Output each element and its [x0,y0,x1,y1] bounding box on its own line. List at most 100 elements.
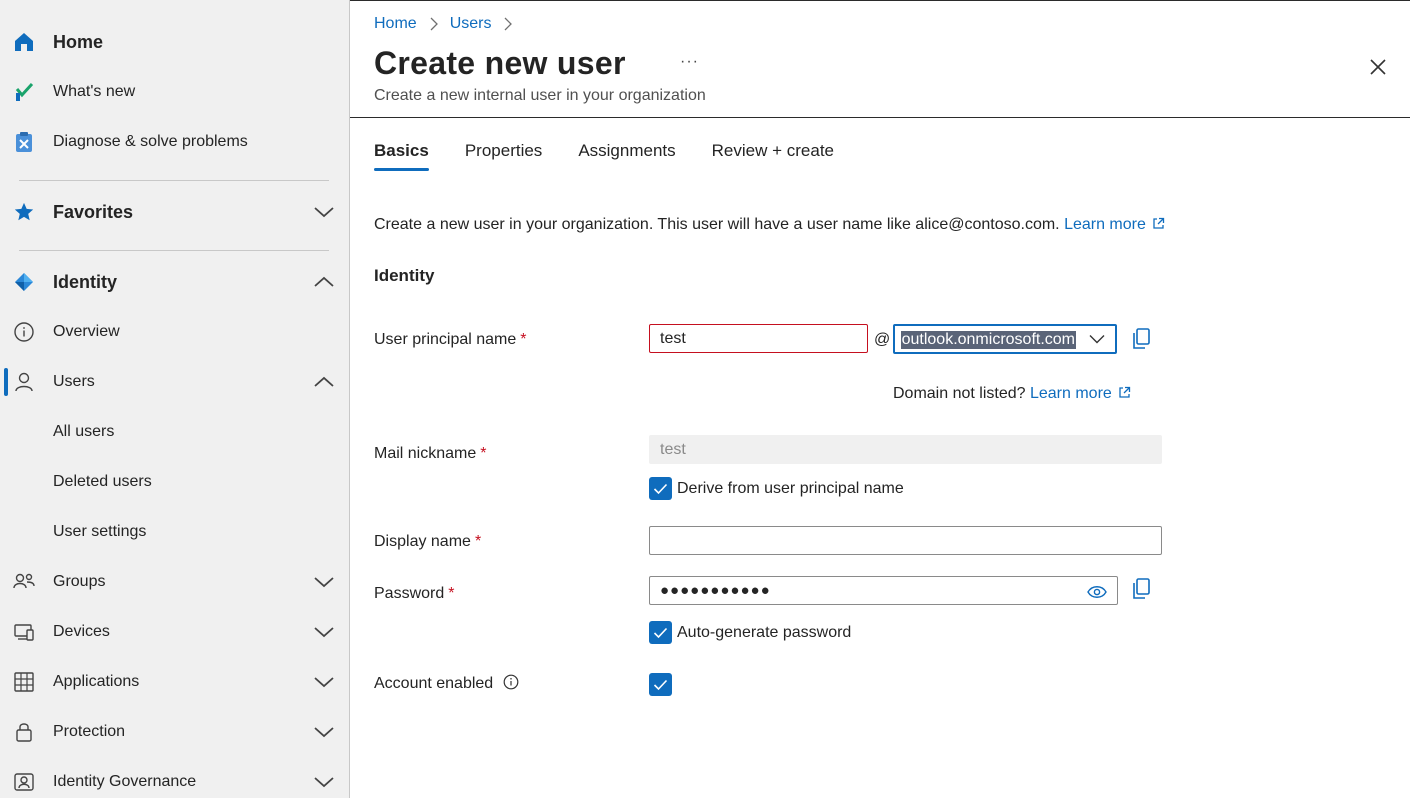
checkmark-icon [653,627,668,638]
chevron-right-icon [503,17,513,31]
sidebar: Home What's new Diagnose & solve problem… [0,0,350,798]
checkmark-icon [653,483,668,494]
section-title-identity: Identity [374,266,435,285]
chevron-up-icon[interactable] [313,275,335,289]
breadcrumb-users[interactable]: Users [450,15,492,33]
chevron-down-icon[interactable] [313,775,335,789]
tab-review-create[interactable]: Review + create [712,141,834,171]
autogen-password-label: Auto-generate password [677,624,852,641]
account-enabled-checkbox[interactable] [649,673,672,696]
upn-label-text: User principal name [374,331,517,348]
whats-new-icon [12,80,36,104]
derive-checkbox-label: Derive from user principal name [677,480,904,497]
domain-select[interactable]: outlook.onmicrosoft.com [893,324,1117,354]
sidebar-item-label: Users [53,373,95,390]
required-marker: * [474,533,482,550]
tab-assignments[interactable]: Assignments [578,141,675,171]
chevron-down-icon[interactable] [313,575,335,589]
sidebar-item-all-users[interactable]: All users [0,410,349,454]
intro-text-row: Create a new user in your organization. … [374,216,1165,234]
autogen-password-checkbox[interactable] [649,621,672,644]
display-name-label-text: Display name [374,533,471,550]
domain-learn-more-link[interactable]: Learn more [1030,385,1131,402]
page-subtitle: Create a new internal user in your organ… [374,87,706,104]
display-name-input[interactable] [649,526,1162,555]
sidebar-item-label: Devices [53,623,110,640]
sidebar-divider [19,250,329,251]
derive-checkbox[interactable] [649,477,672,500]
copy-icon[interactable] [1131,328,1151,350]
password-masked-value: ●●●●●●●●●●● [660,582,771,599]
external-link-icon [1119,386,1130,398]
learn-more-link[interactable]: Learn more [1064,216,1165,233]
close-icon[interactable] [1368,57,1388,77]
breadcrumb: Home Users [374,15,524,33]
chevron-down-icon[interactable] [313,625,335,639]
eye-icon[interactable] [1087,585,1107,599]
domain-note: Domain not listed? Learn more [893,385,1131,403]
mail-nickname-label-text: Mail nickname [374,445,477,462]
person-icon [12,370,36,394]
info-circle-icon [12,320,36,344]
external-link-icon [1153,217,1165,229]
domain-selected-value: outlook.onmicrosoft.com [901,331,1076,349]
domain-learn-more-label: Learn more [1029,385,1112,402]
intro-text: Create a new user in your organization. … [374,216,1060,233]
sidebar-item-label: Overview [53,323,120,340]
sidebar-item-protection[interactable]: Protection [0,710,349,754]
sidebar-item-whats-new[interactable]: What's new [0,70,349,114]
sidebar-item-home[interactable]: Home [0,20,349,64]
upn-input[interactable]: test [649,324,868,353]
chevron-down-icon[interactable] [313,725,335,739]
sidebar-item-identity[interactable]: Identity [0,260,349,304]
lock-icon [12,720,36,744]
sidebar-item-label: Deleted users [53,473,152,490]
chevron-down-icon[interactable] [313,675,335,689]
tab-properties[interactable]: Properties [465,141,542,171]
sidebar-item-label: Groups [53,573,106,590]
tab-basics[interactable]: Basics [374,141,429,171]
password-input[interactable]: ●●●●●●●●●●● [649,576,1118,605]
sidebar-item-overview[interactable]: Overview [0,310,349,354]
header-divider [350,117,1410,118]
sidebar-item-label: Favorites [53,201,134,222]
sidebar-item-label: Applications [53,673,140,690]
sidebar-item-deleted-users[interactable]: Deleted users [0,460,349,504]
sidebar-item-diagnose[interactable]: Diagnose & solve problems [0,120,349,164]
copy-icon[interactable] [1131,578,1151,600]
sidebar-item-label: Identity Governance [53,773,197,790]
tab-bar: Basics Properties Assignments Review + c… [374,141,870,171]
sidebar-item-label: All users [53,423,115,440]
sidebar-item-devices[interactable]: Devices [0,610,349,654]
chevron-up-icon[interactable] [313,375,335,389]
chevron-down-icon[interactable] [313,205,335,219]
learn-more-label: Learn more [1064,216,1146,233]
chevron-right-icon [429,17,439,31]
sidebar-item-label: Identity [53,271,118,292]
sidebar-item-label: Diagnose & solve problems [53,133,248,150]
sidebar-item-label: Protection [53,723,126,740]
sidebar-item-groups[interactable]: Groups [0,560,349,604]
sidebar-item-favorites[interactable]: Favorites [0,190,349,234]
sidebar-item-user-settings[interactable]: User settings [0,510,349,554]
sidebar-item-users[interactable]: Users [0,360,349,404]
display-name-label: Display name * [374,533,481,551]
info-icon[interactable] [503,674,519,690]
page-title: Create new user [374,45,626,81]
mail-nickname-value: test [660,440,686,458]
applications-grid-icon [12,670,36,694]
star-icon [12,200,36,224]
required-marker: * [520,331,527,348]
mail-nickname-input: test [649,435,1162,464]
sidebar-item-applications[interactable]: Applications [0,660,349,704]
sidebar-item-identity-governance[interactable]: Identity Governance [0,760,349,798]
more-options-button[interactable]: ··· [680,53,699,71]
required-marker: * [448,585,455,602]
checkmark-icon [653,679,668,690]
account-enabled-label: Account enabled [374,674,519,693]
chevron-down-icon [1089,335,1105,344]
breadcrumb-home[interactable]: Home [374,15,417,33]
main-panel: Home Users Create new user ··· Create a … [350,0,1410,798]
at-symbol: @ [874,331,891,348]
diagnose-icon [12,130,36,154]
